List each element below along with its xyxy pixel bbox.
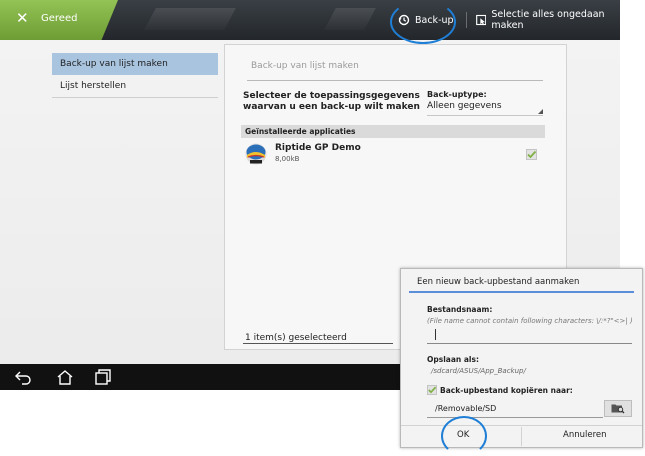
selection-underline	[243, 343, 393, 344]
actionbar-divider	[466, 12, 467, 28]
done-label: Gereed	[41, 13, 78, 24]
deselect-icon	[476, 14, 487, 26]
new-backup-dialog: Een nieuw back-upbestand aanmaken Bestan…	[400, 268, 643, 448]
destination-field[interactable]: /Removable/SD	[427, 403, 603, 418]
backup-highlight-circle	[390, 0, 456, 44]
text-caret	[435, 329, 436, 340]
close-icon: ✕	[16, 9, 29, 27]
checkbox[interactable]	[427, 385, 437, 395]
backup-type-dropdown[interactable]: Alleen gegevens	[427, 101, 543, 116]
dialog-buttons-separator	[521, 427, 522, 446]
list-item[interactable]: Riptide GP Demo 8,00kB	[241, 141, 545, 169]
save-as-label: Opslaan als:	[427, 355, 479, 364]
browse-folder-button[interactable]	[604, 400, 632, 417]
dialog-title-divider	[409, 291, 634, 293]
save-as-path: /sdcard/ASUS/App_Backup/	[431, 367, 526, 375]
installed-apps-header: Geïnstalleerde applicaties	[241, 125, 545, 138]
action-bar: ✕ Gereed Back-up Selectie alles ongedaan…	[0, 0, 620, 40]
sidebar-item-backup-list[interactable]: Back-up van lijst maken	[52, 53, 218, 75]
ok-highlight-circle	[441, 416, 487, 456]
done-button[interactable]: ✕ Gereed	[0, 0, 118, 40]
decorative-stripe	[324, 8, 376, 30]
home-icon[interactable]	[56, 369, 74, 385]
destination-value: /Removable/SD	[435, 404, 497, 413]
copy-backup-label: Back-upbestand kopiëren naar:	[440, 386, 573, 395]
panel-title: Back-up van lijst maken	[251, 61, 359, 71]
sidebar-item-label: Lijst herstellen	[60, 81, 127, 91]
title-divider	[247, 80, 543, 81]
app-size: 8,00kB	[275, 155, 300, 163]
deselect-all-button[interactable]: Selectie alles ongedaan maken	[476, 0, 620, 40]
folder-search-icon	[611, 404, 625, 414]
riptide-app-icon	[245, 143, 267, 165]
back-icon[interactable]	[14, 369, 32, 385]
recent-apps-icon[interactable]	[94, 369, 112, 385]
backup-type-label: Back-uptype:	[427, 90, 487, 99]
filename-hint: (File name cannot contain following char…	[427, 317, 633, 325]
checkbox[interactable]	[526, 149, 537, 160]
backup-type-value: Alleen gegevens	[427, 101, 502, 111]
filename-label: Bestandsnaam:	[427, 305, 493, 314]
deselect-label: Selectie alles ongedaan maken	[491, 9, 605, 31]
sidebar-item-label: Back-up van lijst maken	[60, 59, 168, 69]
sidebar-divider	[52, 97, 218, 98]
filename-field[interactable]	[427, 327, 632, 344]
dialog-title: Een nieuw back-upbestand aanmaken	[417, 277, 580, 287]
sidebar-item-restore-list[interactable]: Lijst herstellen	[52, 75, 218, 97]
selection-count: 1 item(s) geselecteerd	[245, 333, 347, 343]
cancel-button[interactable]: Annuleren	[563, 430, 607, 440]
app-name: Riptide GP Demo	[275, 143, 361, 153]
dialog-buttons-divider	[401, 425, 642, 426]
select-instruction: Selecteer de toepassingsgegevens waarvan…	[243, 91, 420, 112]
dropdown-arrow-icon	[538, 109, 543, 114]
